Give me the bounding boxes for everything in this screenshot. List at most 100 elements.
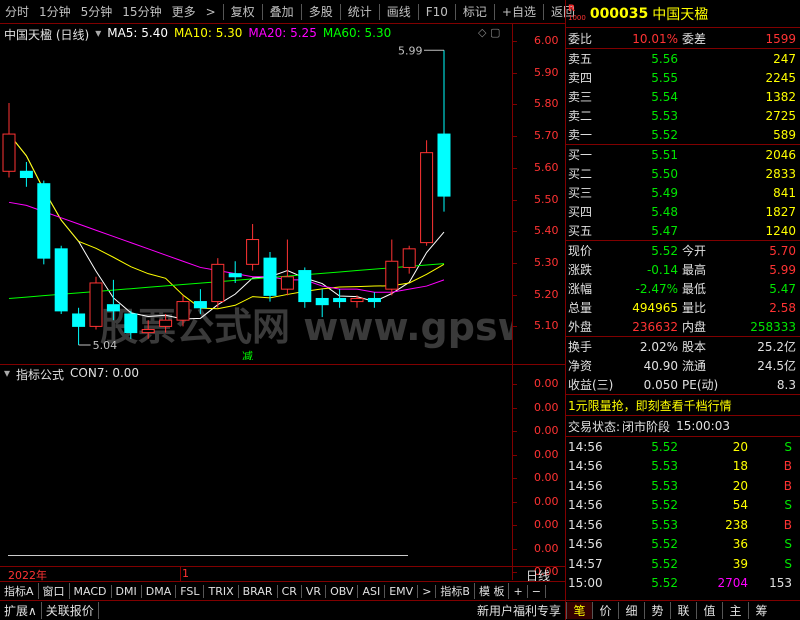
toolbar-button-1[interactable]: 叠加 <box>265 3 299 20</box>
period-button-0[interactable]: 分时 <box>0 3 34 20</box>
more-chevron-icon[interactable]: > <box>201 5 221 19</box>
new-user-promo[interactable]: 新用户福利专享 <box>473 602 565 619</box>
candle-body <box>37 183 51 259</box>
indicator-tab-4[interactable]: DMA <box>142 584 177 598</box>
detail-tab-0[interactable]: 笔 <box>566 602 592 619</box>
tick-row: 14:56 5.52 36 S <box>568 537 792 552</box>
indicator-tab-6[interactable]: TRIX <box>204 584 239 598</box>
period-button-3[interactable]: 15分钟 <box>117 3 166 20</box>
tick-mark <box>512 199 517 201</box>
related-quote-button[interactable]: 关联报价 <box>42 602 99 619</box>
detail-tab-7[interactable]: 筹 <box>748 602 774 619</box>
tick-mark <box>512 478 517 479</box>
indicator-tab-2[interactable]: MACD <box>70 584 112 598</box>
bottom-bar: 扩展∧ 关联报价 新用户福利专享 <box>0 600 565 620</box>
detail-tab-5[interactable]: 值 <box>696 602 722 619</box>
pane-divider <box>0 364 565 365</box>
detail-tab-1[interactable]: 价 <box>592 602 618 619</box>
indicator-tabs: 指标A 窗口 MACD DMI DMA FSL TRIX BRAR CR VR OBV ASI EMV >… <box>0 582 565 600</box>
ma5-line <box>8 133 445 320</box>
chart-controls[interactable]: ◇ ▢ <box>478 26 500 39</box>
indicator-axis: 0.00 0.00 0.00 0.00 0.00 0.00 0.00 0.00 0.00 <box>512 366 565 578</box>
candle-body <box>211 263 225 303</box>
toolbar-separator <box>378 3 380 20</box>
indicator-tab-16[interactable]: + <box>509 584 528 598</box>
stock-code: 000035 <box>589 5 649 22</box>
indicator-menu-icon[interactable]: ▾ <box>4 366 10 383</box>
tick-mark <box>512 231 517 233</box>
candle-body <box>228 273 242 278</box>
indicator-tab-8[interactable]: CR <box>278 584 302 598</box>
indicator-tick: 0.00 <box>534 400 559 414</box>
candle-body <box>106 304 120 312</box>
tick-mark <box>512 72 517 74</box>
toolbar-button-6[interactable]: 标记 <box>458 3 492 20</box>
indicator-tab-10[interactable]: OBV <box>326 584 359 598</box>
trade-status-row: 交易状态: 闭市阶段 15:00:03 <box>568 419 730 434</box>
candle-body <box>350 297 364 303</box>
indicator-tab-1[interactable]: 窗口 <box>39 583 70 599</box>
quote-header: R 1000 000035 中国天楹 <box>566 0 800 28</box>
detail-tab-6[interactable]: 主 <box>722 602 748 619</box>
promo-banner[interactable]: 1元限量抢，即刻查看千档行情 <box>566 395 800 415</box>
detail-tab-2[interactable]: 细 <box>618 602 644 619</box>
detail-tab-4[interactable]: 联 <box>670 602 696 619</box>
tick-mark <box>512 501 517 503</box>
indicator-tick: 0.00 <box>534 494 559 508</box>
candle-body <box>193 301 207 309</box>
toolbar-button-5[interactable]: F10 <box>421 5 453 19</box>
period-button-1[interactable]: 1分钟 <box>34 3 76 20</box>
indicator-tab-7[interactable]: BRAR <box>239 584 278 598</box>
candle-body <box>72 313 86 327</box>
candle-body <box>385 260 399 290</box>
time-mark: 1 <box>182 567 189 580</box>
candlestick-chart[interactable]: 股票公式网 www.gpsws.cn 5.99 5.04 减 <box>0 40 512 360</box>
toolbar-button-2[interactable]: 多股 <box>304 3 338 20</box>
price-tick: 6.00 <box>534 34 559 47</box>
price-tick: 5.60 <box>534 160 559 174</box>
indicator-tick: 0.00 <box>534 518 559 531</box>
indicator-tab-14[interactable]: 指标B <box>436 583 475 599</box>
buy-level-row: 买四 5.48 1827 <box>568 204 796 220</box>
toolbar-button-4[interactable]: 画线 <box>382 3 416 20</box>
price-tick: 5.70 <box>534 129 559 143</box>
indicator-title[interactable]: 指标公式 <box>16 366 64 383</box>
tick-row: 14:56 5.53 18 B <box>568 459 792 474</box>
indicator-tick: 0.00 <box>534 541 559 555</box>
indicator-tab-15[interactable]: 模 板 <box>475 583 510 599</box>
indicator-tab-13[interactable]: > <box>418 584 437 598</box>
tick-row: 14:56 5.53 238 B <box>568 517 792 532</box>
buy-level-row: 买三 5.49 841 <box>568 185 796 201</box>
price-tick: 5.20 <box>534 287 559 301</box>
toolbar-button-7[interactable]: +自选 <box>497 3 541 20</box>
toolbar-separator <box>339 3 341 20</box>
toolbar-button-0[interactable]: 复权 <box>226 3 260 20</box>
indicator-tab-0[interactable]: 指标A <box>0 583 39 599</box>
toolbar-button-3[interactable]: 统计 <box>343 3 377 20</box>
sell-level-row: 卖三 5.54 1382 <box>568 89 796 105</box>
indicator-tab-17[interactable]: − <box>528 584 546 598</box>
candle-body <box>298 270 312 303</box>
sell-level-row: 卖二 5.53 2725 <box>568 108 796 124</box>
high-price-label: 5.99 <box>398 44 423 57</box>
tick-mark <box>512 548 517 550</box>
toolbar-separator <box>493 3 495 20</box>
candle-body <box>141 328 155 334</box>
period-button-4[interactable]: 更多 <box>167 3 201 20</box>
toolbar-separator <box>417 3 419 20</box>
price-stat-row: 总量 494965 量比 2.58 <box>568 300 796 316</box>
indicator-tab-12[interactable]: EMV <box>385 584 419 598</box>
expand-button[interactable]: 扩展∧ <box>0 602 42 619</box>
price-tick: 5.80 <box>534 97 559 111</box>
indicator-tab-9[interactable]: VR <box>302 584 327 598</box>
indicator-tab-3[interactable]: DMI <box>112 584 142 598</box>
tick-mark <box>512 41 517 42</box>
indicator-tick: 0.00 <box>534 447 559 461</box>
ma60-line <box>8 263 445 299</box>
sell-level-row: 卖一 5.52 589 <box>568 127 796 143</box>
period-button-2[interactable]: 5分钟 <box>76 3 118 20</box>
indicator-tab-11[interactable]: ASI <box>358 584 386 598</box>
indicator-tab-5[interactable]: FSL <box>176 584 205 598</box>
candle-body <box>263 257 277 296</box>
detail-tab-3[interactable]: 势 <box>644 602 670 619</box>
